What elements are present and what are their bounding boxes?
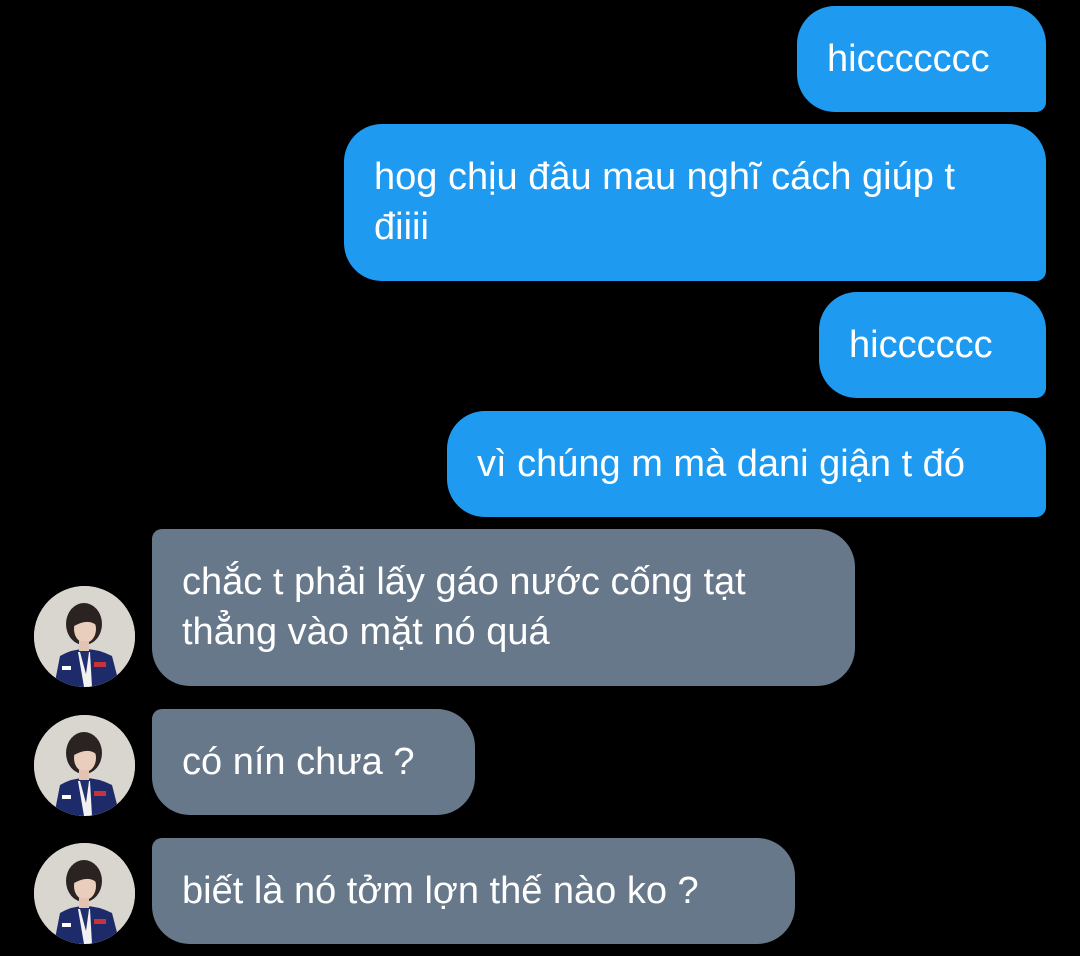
contact-avatar-icon[interactable] [34,843,135,944]
outgoing-message-bubble[interactable]: vì chúng m mà dani giận t đó [447,411,1046,517]
incoming-message-bubble[interactable]: có nín chưa ? [152,709,475,815]
contact-avatar-icon[interactable] [34,715,135,816]
outgoing-message-bubble[interactable]: hog chịu đâu mau nghĩ cách giúp t điiii [344,124,1046,281]
contact-avatar-icon[interactable] [34,586,135,687]
incoming-message-bubble[interactable]: biết là nó tởm lợn thế nào ko ? [152,838,795,944]
outgoing-message-bubble[interactable]: hiccccccc [797,6,1046,112]
incoming-message-bubble[interactable]: chắc t phải lấy gáo nước cống tạt thẳng … [152,529,855,686]
outgoing-message-bubble[interactable]: hicccccc [819,292,1046,398]
